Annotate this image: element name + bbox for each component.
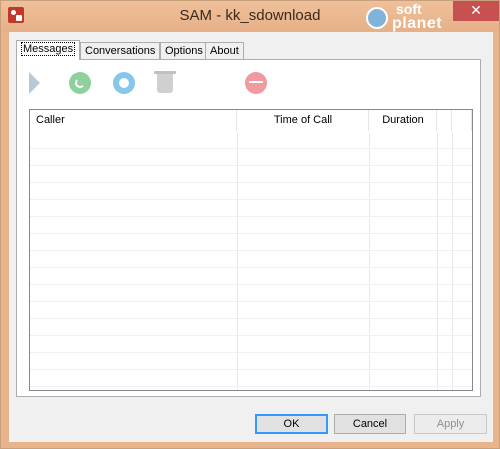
empty-list-row [30,370,472,387]
empty-list-row [30,302,472,319]
empty-list-row [30,183,472,200]
messages-tab-page: Caller Time of Call Duration [16,59,481,397]
empty-list-row [30,166,472,183]
tab-conversations[interactable]: Conversations [80,42,161,59]
chart-icon[interactable] [245,72,267,94]
phone-icon[interactable] [69,72,91,94]
close-icon: ✕ [470,2,482,18]
empty-list-row [30,217,472,234]
empty-list-row [30,285,472,302]
tab-options[interactable]: Options [160,42,208,59]
column-header-time-of-call[interactable]: Time of Call [238,110,369,131]
dialog-client-area: Messages Conversations Options About Cal… [9,32,493,442]
empty-list-row [30,251,472,268]
empty-list-row [30,268,472,285]
settings-icon[interactable] [113,72,135,94]
trash-icon[interactable] [154,71,176,93]
empty-list-row [30,353,472,370]
cancel-button[interactable]: Cancel [334,414,406,434]
list-body [30,132,472,390]
empty-list-row [30,200,472,217]
tab-about[interactable]: About [205,42,244,59]
column-header-duration[interactable]: Duration [370,110,437,131]
empty-list-row [30,319,472,336]
title-bar[interactable]: SAM - kk_sdownload soft planet ✕ [1,1,499,32]
messages-toolbar [17,60,480,104]
play-icon[interactable] [29,72,40,94]
ok-button[interactable]: OK [255,414,328,434]
watermark-line2: planet [392,15,443,32]
empty-list-row [30,132,472,149]
empty-list-row [30,234,472,251]
list-header: Caller Time of Call Duration [30,110,472,132]
column-header-blank[interactable] [438,110,452,131]
close-button[interactable]: ✕ [453,1,499,21]
app-window: SAM - kk_sdownload soft planet ✕ Message… [0,0,500,449]
column-header-caller[interactable]: Caller [30,110,237,131]
empty-list-row [30,149,472,166]
apply-button[interactable]: Apply [414,414,487,434]
empty-list-row [30,387,472,390]
tab-messages[interactable]: Messages [16,40,81,60]
messages-list[interactable]: Caller Time of Call Duration [29,109,473,391]
planet-logo-icon [366,7,388,29]
column-header-blank[interactable] [453,110,472,131]
empty-list-row [30,336,472,353]
